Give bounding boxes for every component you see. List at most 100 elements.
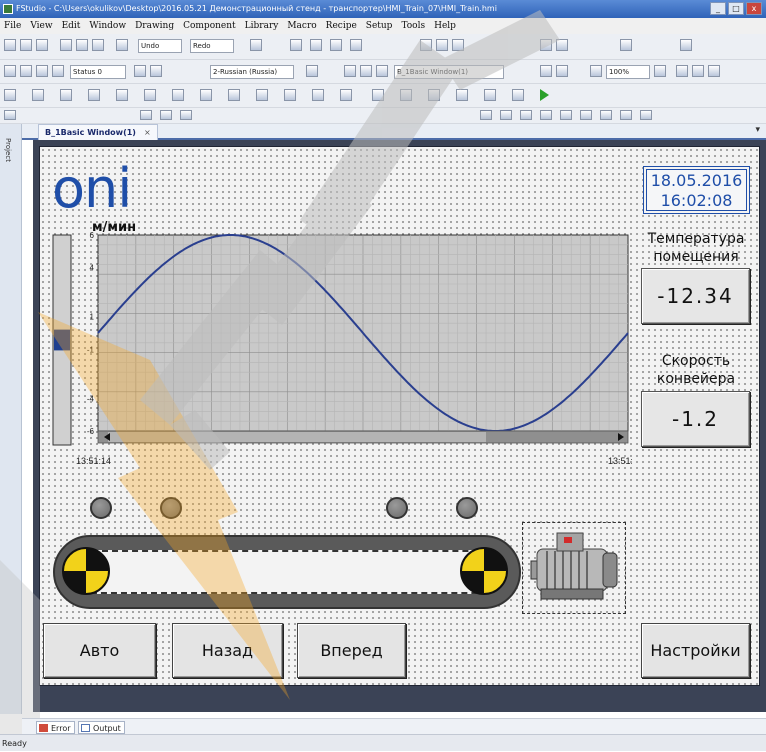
menu-library[interactable]: Library [245, 18, 279, 34]
recipe-icon[interactable] [400, 89, 412, 101]
ascii-icon[interactable] [144, 89, 156, 101]
fullscreen-icon[interactable] [708, 65, 720, 77]
undo-button[interactable]: Undo [138, 39, 182, 53]
bold-icon[interactable] [140, 110, 152, 120]
bar-graph-icon[interactable] [200, 89, 212, 101]
snap-icon[interactable] [680, 39, 692, 51]
table-tool-icon[interactable] [620, 110, 632, 120]
animation-icon[interactable] [284, 89, 296, 101]
zoom-in-icon[interactable] [654, 65, 666, 77]
menu-window[interactable]: Window [89, 18, 126, 34]
data-sampling-icon[interactable] [372, 89, 384, 101]
online-simulation-icon[interactable] [330, 39, 342, 51]
palette-icon[interactable] [692, 65, 704, 77]
language-select[interactable]: 2-Russian (Russia) [210, 65, 294, 79]
tab-close-icon[interactable]: × [144, 128, 151, 137]
word-lamp-icon[interactable] [32, 89, 44, 101]
window-select[interactable]: B_1Basic Window(1) [394, 65, 504, 79]
state-next-icon[interactable] [36, 65, 48, 77]
paste-icon[interactable] [92, 39, 104, 51]
menu-file[interactable]: File [4, 18, 21, 34]
zoom-out-icon[interactable] [590, 65, 602, 77]
text-format-icon[interactable] [4, 110, 16, 120]
arc-tool-icon[interactable] [580, 110, 592, 120]
rectangle-tool-icon[interactable] [520, 110, 532, 120]
circle-tool-icon[interactable] [540, 110, 552, 120]
menu-component[interactable]: Component [183, 18, 236, 34]
run-icon[interactable] [540, 89, 549, 101]
menu-view[interactable]: View [30, 18, 52, 34]
save-icon[interactable] [36, 39, 48, 51]
maximize-button[interactable]: □ [728, 2, 744, 15]
pipe-icon[interactable] [456, 89, 468, 101]
align-center-icon[interactable] [436, 39, 448, 51]
find-icon[interactable] [250, 39, 262, 51]
ellipse-tool-icon[interactable] [560, 110, 572, 120]
close-button[interactable]: x [746, 2, 762, 15]
cut-icon[interactable] [60, 39, 72, 51]
menu-setup[interactable]: Setup [366, 18, 393, 34]
font-color-icon[interactable] [180, 110, 192, 120]
trend-icon[interactable] [172, 89, 184, 101]
menu-drawing[interactable]: Drawing [135, 18, 174, 34]
menu-help[interactable]: Help [434, 18, 456, 34]
open-file-icon[interactable] [20, 39, 32, 51]
timer-icon[interactable] [484, 89, 496, 101]
state-first-icon[interactable] [4, 65, 16, 77]
download-icon[interactable] [310, 39, 322, 51]
state-prev-icon[interactable] [20, 65, 32, 77]
italic-icon[interactable] [160, 110, 172, 120]
project-tab[interactable]: Project [4, 138, 12, 162]
ungroup-icon[interactable] [556, 39, 568, 51]
menu-edit[interactable]: Edit [62, 18, 81, 34]
dropdown-arrow-icon[interactable]: ▾ [755, 125, 760, 135]
state-select[interactable]: Status 0 [70, 65, 126, 79]
screen-grid-icon[interactable] [556, 65, 568, 77]
clock-icon[interactable] [512, 89, 524, 101]
grid-toggle-icon[interactable] [676, 65, 688, 77]
bit-lamp-icon[interactable] [4, 89, 16, 101]
marker-icon[interactable] [306, 65, 318, 77]
scale-tool-icon[interactable] [600, 110, 612, 120]
window-list-icon[interactable] [344, 65, 356, 77]
window-props-icon[interactable] [360, 65, 372, 77]
copy-icon[interactable] [76, 39, 88, 51]
screen-icon[interactable] [540, 65, 552, 77]
tab-basic-window[interactable]: B_1Basic Window(1) × [38, 124, 158, 140]
auto-button[interactable]: Авто [43, 623, 156, 678]
forward-button[interactable]: Вперед [297, 623, 406, 678]
polyline-tool-icon[interactable] [500, 110, 512, 120]
temperature-value[interactable]: -12.34 [641, 268, 750, 324]
compile-icon[interactable] [290, 39, 302, 51]
label-edit-icon[interactable] [150, 65, 162, 77]
line-tool-icon[interactable] [480, 110, 492, 120]
meter-icon[interactable] [228, 89, 240, 101]
window-new-icon[interactable] [376, 65, 388, 77]
minimize-button[interactable]: _ [710, 2, 726, 15]
delete-icon[interactable] [116, 39, 128, 51]
macro-icon[interactable] [428, 89, 440, 101]
back-button[interactable]: Назад [172, 623, 283, 678]
numeric-icon[interactable] [116, 89, 128, 101]
event-icon[interactable] [340, 89, 352, 101]
menu-recipe[interactable]: Recipe [326, 18, 357, 34]
image-tool-icon[interactable] [640, 110, 652, 120]
group-icon[interactable] [540, 39, 552, 51]
layer-icon[interactable] [620, 39, 632, 51]
settings-button[interactable]: Настройки [641, 623, 750, 678]
align-right-icon[interactable] [452, 39, 464, 51]
new-file-icon[interactable] [4, 39, 16, 51]
state-last-icon[interactable] [52, 65, 64, 77]
function-key-icon[interactable] [88, 89, 100, 101]
zoom-select[interactable]: 100% [606, 65, 650, 79]
speed-value[interactable]: -1.2 [641, 391, 750, 447]
picture-icon[interactable] [256, 89, 268, 101]
menu-tools[interactable]: Tools [401, 18, 425, 34]
tab-error[interactable]: Error [36, 721, 75, 734]
label-icon[interactable] [134, 65, 146, 77]
redo-button[interactable]: Redo [190, 39, 234, 53]
offline-simulation-icon[interactable] [350, 39, 362, 51]
menu-macro[interactable]: Macro [287, 18, 316, 34]
tab-output[interactable]: Output [78, 721, 125, 734]
switch-icon[interactable] [60, 89, 72, 101]
